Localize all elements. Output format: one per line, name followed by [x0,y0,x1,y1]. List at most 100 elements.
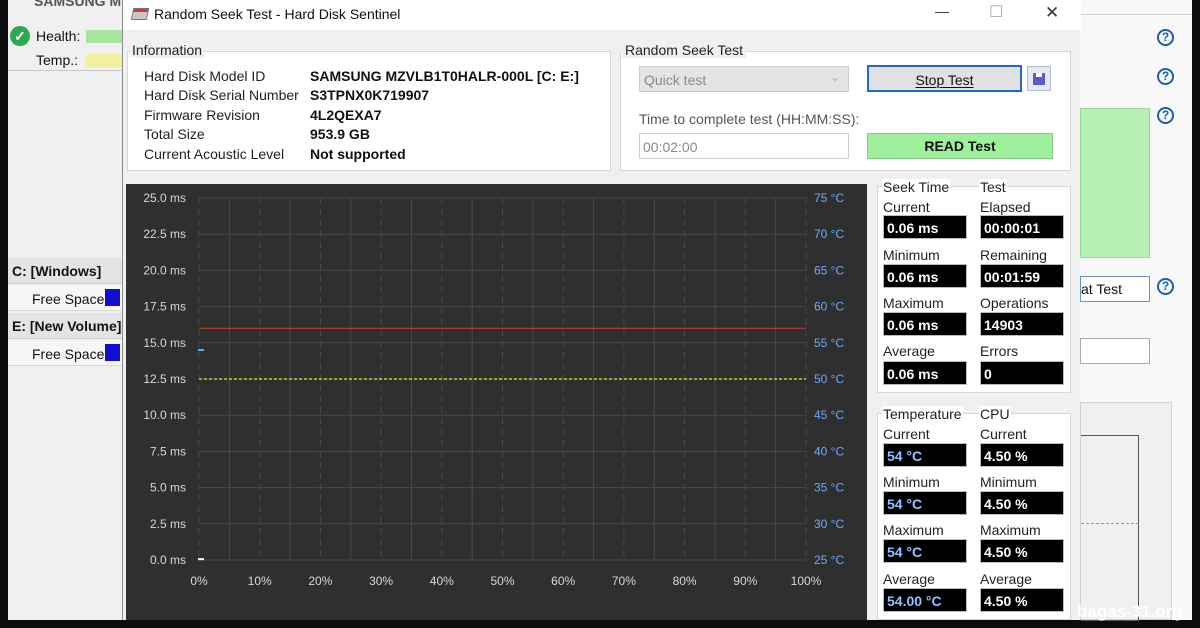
temp-current-label: Current [883,426,930,442]
cpu-current-label: Current [980,426,1027,442]
time-to-complete-input[interactable]: 00:02:00 [639,133,849,159]
cpu-maximum-value: 4.50 % [980,539,1064,563]
info-value-firmware: 4L2QEXA7 [310,107,382,123]
x-tick-label: 0% [190,574,208,588]
test-mode-select[interactable]: Quick test ⌄ [639,66,849,92]
cpu-current-value: 4.50 % [980,443,1064,467]
temp-label: Temp.: [36,52,79,68]
x-tick-label: 70% [612,574,636,588]
y-left-tick-label: 12.5 ms [143,372,186,386]
seek-average-value: 0.06 ms [883,361,967,385]
chevron-down-icon: ⌄ [830,70,841,84]
cpu-minimum-label: Minimum [980,474,1037,490]
random-seek-title: Random Seek Test [622,42,747,58]
y-left-tick-label: 15.0 ms [143,336,186,350]
text-field[interactable] [1080,338,1150,364]
seek-current-label: Current [883,199,930,215]
temp-maximum-label: Maximum [883,522,944,538]
volume-e-header[interactable]: E: [New Volume] [8,313,123,339]
close-button[interactable]: ✕ [1045,3,1059,23]
y-right-tick-label: 70 °C [814,227,844,241]
graph-area [1080,402,1172,621]
help-icon[interactable]: ? [1157,278,1174,295]
seek-minimum-value: 0.06 ms [883,264,967,288]
divider [1080,14,1192,15]
cpu-average-value: 4.50 % [980,588,1064,612]
information-group: Hard Disk Model ID SAMSUNG MZVLB1T0HALR-… [127,51,611,171]
temp-minimum-label: Minimum [883,474,940,490]
partial-test-button-label: at Test [1081,281,1122,297]
operations-value: 14903 [980,312,1064,336]
maximize-button[interactable]: ☐ [989,2,1003,22]
dialog-titlebar[interactable]: Random Seek Test - Hard Disk Sentinel — … [123,0,1081,30]
y-right-tick-label: 25 °C [814,553,844,567]
cpu-maximum-label: Maximum [980,522,1041,538]
x-tick-label: 10% [248,574,272,588]
cpu-title: CPU [979,406,1011,422]
health-ok-icon: ✓ [10,26,30,46]
y-left-tick-label: 2.5 ms [150,517,186,531]
info-value-size: 953.9 GB [310,126,370,142]
x-tick-label: 90% [733,574,757,588]
save-report-button[interactable] [1027,66,1051,91]
elapsed-label: Elapsed [980,199,1031,215]
random-seek-group: Quick test ⌄ Stop Test Time to complete … [620,51,1071,171]
y-right-tick-label: 60 °C [814,300,844,314]
y-left-tick-label: 22.5 ms [143,227,186,241]
stop-test-button[interactable]: Stop Test [867,65,1022,92]
info-key: Hard Disk Model ID [144,68,266,84]
y-left-tick-label: 17.5 ms [143,300,186,314]
y-right-tick-label: 55 °C [814,336,844,350]
y-left-tick-label: 0.0 ms [150,553,186,567]
x-tick-label: 40% [430,574,454,588]
information-title: Information [129,42,206,58]
cpu-minimum-value: 4.50 % [980,491,1064,515]
free-space-bar [105,289,120,306]
y-right-tick-label: 75 °C [814,191,844,205]
x-tick-label: 100% [791,574,822,588]
seek-maximum-label: Maximum [883,295,944,311]
stop-test-label: Stop Test [915,72,974,88]
temp-minimum-value: 54 °C [883,491,967,515]
seek-average-label: Average [883,343,935,359]
free-space-bar [105,344,120,361]
minimize-button[interactable]: — [935,3,949,19]
elapsed-value: 00:00:01 [980,215,1064,239]
info-value-acoustic: Not supported [310,146,406,162]
temp-current-value: 54 °C [883,443,967,467]
seek-current-value: 0.06 ms [883,215,967,239]
free-space-label: Free Space [32,346,105,362]
test-title: Test [979,179,1007,195]
volume-c-header[interactable]: C: [Windows] [8,258,123,284]
temp-average-label: Average [883,571,935,587]
volume-e-row: Free Space [8,340,123,366]
y-left-tick-label: 10.0 ms [143,408,186,422]
y-left-tick-label: 25.0 ms [143,191,186,205]
help-icon[interactable]: ? [1157,68,1174,85]
x-tick-label: 50% [490,574,514,588]
test-mode-value: Quick test [644,72,707,88]
seek-time-chart: 25.0 ms 75 °C 22.5 ms 70 °C 20.0 ms 65 °C 17.5… [126,184,867,620]
temp-maximum-value: 54 °C [883,539,967,563]
operations-label: Operations [980,295,1049,311]
chart-background [126,184,867,620]
seek-time-title: Seek Time [882,179,951,195]
read-test-button[interactable]: READ Test [867,133,1053,159]
disk-summary-panel: SAMSUNG M ✓ Health: Temp.: C: [Windows] … [8,0,123,620]
info-key: Firmware Revision [144,107,260,123]
watermark: bagas-31.org [1077,602,1183,621]
help-icon[interactable]: ? [1157,107,1174,124]
y-right-tick-label: 65 °C [814,263,844,277]
errors-value: 0 [980,361,1064,385]
status-area [1080,108,1150,258]
temp-bar [86,54,123,67]
help-icon[interactable]: ? [1157,29,1174,46]
y-right-tick-label: 40 °C [814,444,844,458]
info-value-serial: S3TPNX0K719907 [310,87,430,103]
save-icon-shutter [1036,73,1042,77]
y-left-tick-label: 7.5 ms [150,444,186,458]
partial-test-button[interactable]: at Test [1080,276,1150,302]
dialog-title: Random Seek Test - Hard Disk Sentinel [154,6,401,22]
info-key: Hard Disk Serial Number [144,87,299,103]
y-left-tick-label: 20.0 ms [143,263,186,277]
